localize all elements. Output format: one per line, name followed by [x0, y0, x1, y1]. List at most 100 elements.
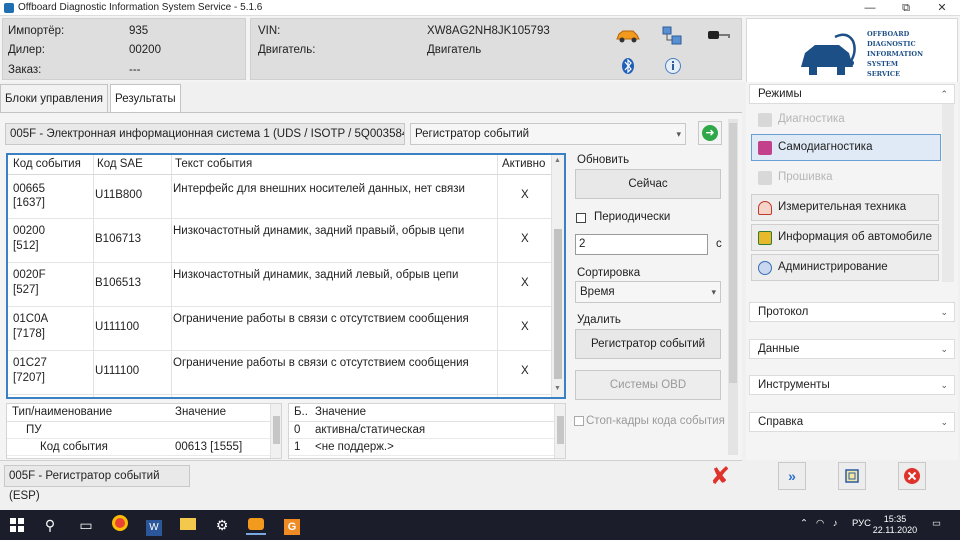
- scroll-down-icon[interactable]: ▼: [554, 385, 561, 392]
- language-indicator[interactable]: РУС: [852, 518, 871, 529]
- flashing-icon: [758, 171, 772, 185]
- minimize-button[interactable]: —: [852, 0, 888, 16]
- mode-administration[interactable]: Администрирование: [751, 254, 939, 281]
- obd-systems-button[interactable]: Системы OBD: [575, 370, 721, 400]
- network-icon[interactable]: [661, 25, 683, 47]
- forward-button[interactable]: »: [778, 462, 806, 490]
- logo-line: INFORMATION: [867, 50, 924, 58]
- interval-unit: с: [716, 238, 722, 250]
- exit-button[interactable]: [898, 462, 926, 490]
- settings-gear-icon[interactable]: ⚙: [212, 515, 232, 535]
- table-row[interactable]: 1 <не поддерж.>: [289, 439, 565, 456]
- delete-event-log-button[interactable]: Регистратор событий: [575, 329, 721, 359]
- table-row[interactable]: 0 активна/статическая: [289, 422, 565, 439]
- file-explorer-icon[interactable]: [178, 515, 198, 535]
- refresh-now-button[interactable]: Сейчас: [575, 169, 721, 199]
- bluetooth-icon[interactable]: [621, 57, 635, 75]
- header-event-text[interactable]: Текст события: [175, 158, 252, 170]
- table-row[interactable]: 00665 [1637] U11B800 Интерфейс для внешн…: [8, 175, 552, 219]
- mode-label: Администрирование: [778, 261, 888, 273]
- tab-control-units[interactable]: Блоки управления: [0, 84, 109, 112]
- event-code: 00665: [13, 183, 45, 195]
- detail-value: 00613 [1555]: [175, 441, 243, 453]
- odis-app-icon[interactable]: [246, 515, 266, 535]
- section-protocol[interactable]: Протокол ⌄: [749, 302, 955, 322]
- key-icon[interactable]: [707, 27, 731, 43]
- bit-value: <не поддерж.>: [315, 441, 394, 453]
- vehicle-info-icon: [758, 231, 772, 245]
- scroll-up-icon[interactable]: ▲: [554, 157, 561, 164]
- clock-date: 22.11.2020: [872, 525, 918, 535]
- detail-name: ПУ: [26, 424, 42, 436]
- section-tools[interactable]: Инструменты ⌄: [749, 375, 955, 395]
- order-value: ---: [129, 64, 141, 76]
- window-title: Offboard Diagnostic Information System S…: [18, 2, 263, 13]
- close-button[interactable]: ✕: [924, 0, 960, 16]
- modes-header[interactable]: Режимы ⌃: [749, 84, 955, 104]
- table-row[interactable]: ПУ: [7, 422, 281, 439]
- mode-measuring[interactable]: Измерительная техника: [751, 194, 939, 221]
- cancel-x-icon[interactable]: ✘: [708, 465, 732, 489]
- mode-label: Информация об автомобиле: [778, 231, 932, 243]
- table-row[interactable]: 01C0A [7178] U111100 Ограничение работы …: [8, 307, 552, 351]
- app-g-icon[interactable]: G: [282, 515, 302, 535]
- table-row[interactable]: 00200 [512] B106713 Низкочастотный динам…: [8, 219, 552, 263]
- tab-results[interactable]: Результаты: [110, 84, 181, 112]
- function-select[interactable]: Регистратор событий ▾: [410, 123, 686, 145]
- table-row[interactable]: 01C27 [7207] U111100 Ограничение работы …: [8, 351, 552, 395]
- notifications-icon[interactable]: ▭: [932, 518, 941, 529]
- mode-flashing[interactable]: Прошивка: [751, 164, 939, 191]
- section-label: Протокол: [758, 306, 809, 318]
- table-row[interactable]: Код события 00613 [1555]: [7, 439, 281, 456]
- clock[interactable]: 15:35 22.11.2020: [870, 514, 920, 536]
- header-sae-code[interactable]: Код SAE: [97, 158, 143, 170]
- mode-vehicle-info[interactable]: Информация об автомобиле: [751, 224, 939, 251]
- controls-scrollbar[interactable]: [728, 119, 738, 455]
- freeze-frame-checkbox[interactable]: [574, 416, 584, 426]
- vin-label: VIN:: [258, 25, 281, 37]
- periodic-checkbox[interactable]: [576, 213, 586, 223]
- scrollbar-thumb[interactable]: [557, 416, 564, 444]
- vehicle-info-box: VIN: XW8AG2NH8JK105793 Двигатель: Двигат…: [250, 18, 742, 80]
- modes-label: Режимы: [758, 88, 802, 100]
- scrollbar-thumb[interactable]: [273, 416, 280, 444]
- sort-select-value: Время: [580, 286, 615, 298]
- go-button[interactable]: ➜: [698, 121, 722, 145]
- bottom-toolbar: »: [746, 460, 958, 496]
- section-data[interactable]: Данные ⌄: [749, 339, 955, 359]
- task-view-icon[interactable]: ▭: [76, 515, 96, 535]
- event-code-dec: [527]: [13, 284, 39, 296]
- mode-self-diagnosis[interactable]: Самодиагностика: [751, 134, 941, 161]
- detail-right-header: Б.. Значение: [289, 404, 565, 422]
- table-row[interactable]: 0020F [527] B106513 Низкочастотный динам…: [8, 263, 552, 307]
- windows-start-icon[interactable]: [10, 518, 24, 532]
- search-icon[interactable]: ⚲: [40, 515, 60, 535]
- chrome-icon[interactable]: [110, 515, 130, 535]
- sort-select[interactable]: Время ▾: [575, 281, 721, 303]
- car-diagnostic-logo-icon: [801, 33, 856, 75]
- scrollbar-thumb[interactable]: [554, 229, 562, 379]
- mode-diagnostics[interactable]: Диагностика: [751, 106, 939, 133]
- sae-code: U11B800: [95, 189, 143, 201]
- volume-icon[interactable]: ♪: [833, 518, 838, 529]
- detail-right-scrollbar[interactable]: [554, 404, 565, 458]
- vehicle-icon[interactable]: [615, 27, 641, 43]
- ecu-selector[interactable]: 005F - Электронная информационная систем…: [5, 123, 405, 145]
- scrollbar-thumb[interactable]: [729, 123, 737, 383]
- maximize-button[interactable]: ⧉: [888, 0, 924, 16]
- fit-view-button[interactable]: [838, 462, 866, 490]
- modes-scrollbar[interactable]: [942, 104, 954, 282]
- wifi-icon[interactable]: ◠: [816, 518, 824, 529]
- detail-left-header: Тип/наименование Значение: [7, 404, 281, 422]
- word-icon[interactable]: W: [144, 515, 164, 536]
- tray-overflow-icon[interactable]: ⌃: [800, 518, 808, 529]
- event-code: 00200: [13, 225, 45, 237]
- info-icon[interactable]: [664, 57, 682, 75]
- header-active[interactable]: Активно: [502, 158, 545, 170]
- events-scrollbar[interactable]: ▲ ▼: [551, 155, 564, 397]
- section-help[interactable]: Справка ⌄: [749, 412, 955, 432]
- interval-input[interactable]: 2: [575, 234, 708, 255]
- detail-left-scrollbar[interactable]: [270, 404, 281, 458]
- header-event-code[interactable]: Код события: [13, 158, 81, 170]
- bit-value: активна/статическая: [315, 424, 426, 436]
